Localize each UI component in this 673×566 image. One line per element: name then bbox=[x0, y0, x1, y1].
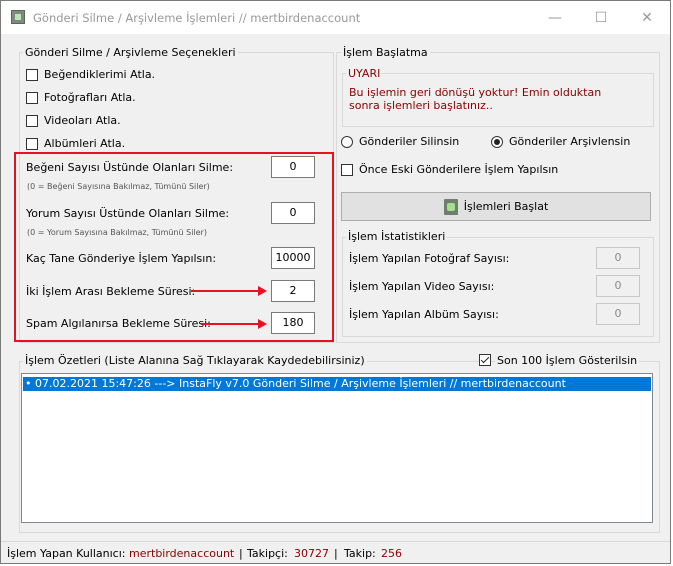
photo-count-label: İşlem Yapılan Fotoğraf Sayısı: bbox=[349, 252, 510, 265]
album-count-label: İşlem Yapılan Albüm Sayısı: bbox=[349, 308, 499, 321]
archive-posts-label: Gönderiler Arşivlensin bbox=[509, 135, 631, 148]
comments-threshold-label: Yorum Sayısı Üstünde Olanları Silme: bbox=[26, 207, 230, 220]
red-arrow-wait bbox=[191, 290, 259, 292]
maximize-button[interactable]: ☐ bbox=[578, 1, 624, 34]
delete-posts-radio[interactable] bbox=[341, 136, 353, 148]
video-count-label: İşlem Yapılan Video Sayısı: bbox=[349, 280, 495, 293]
status-following-label: Takip: bbox=[344, 547, 376, 560]
recycle-icon bbox=[443, 198, 458, 215]
status-bar: İşlem Yapan Kullanıcı: mertbirdenaccount… bbox=[1, 541, 670, 564]
last100-checkbox[interactable] bbox=[479, 354, 491, 366]
red-arrow-head-icon bbox=[258, 319, 267, 329]
summary-group-title: İşlem Özetleri (Liste Alanına Sağ Tıklay… bbox=[23, 354, 367, 367]
wait-time-input[interactable]: 2 bbox=[271, 280, 315, 302]
video-count-value: 0 bbox=[596, 275, 640, 297]
app-window: Gönderi Silme / Arşivleme İşlemleri // m… bbox=[0, 0, 671, 564]
options-group-title: Gönderi Silme / Arşivleme Seçenekleri bbox=[23, 46, 238, 59]
warning-line-1: Bu işlemin geri dönüşü yoktur! Emin oldu… bbox=[349, 86, 602, 99]
album-count-value: 0 bbox=[596, 303, 640, 325]
skip-liked-checkbox[interactable] bbox=[26, 69, 38, 81]
start-group-title: İşlem Başlatma bbox=[341, 46, 430, 59]
window-title: Gönderi Silme / Arşivleme İşlemleri // m… bbox=[33, 11, 361, 25]
red-arrow-head-icon bbox=[258, 286, 267, 296]
likes-threshold-label: Beğeni Sayısı Üstünde Olanları Silme: bbox=[26, 161, 234, 174]
post-count-input[interactable]: 10000 bbox=[271, 247, 315, 269]
list-item[interactable]: • 07.02.2021 15:47:26 ---> InstaFly v7.0… bbox=[23, 377, 651, 391]
comments-threshold-input[interactable]: 0 bbox=[271, 202, 315, 224]
skip-photos-checkbox[interactable] bbox=[26, 92, 38, 104]
status-user-value: mertbirdenaccount bbox=[129, 547, 235, 560]
minimize-button[interactable]: — bbox=[532, 1, 578, 34]
status-separator: | bbox=[239, 547, 243, 560]
warning-line-2: sonra işlemleri başlatınız.. bbox=[349, 99, 493, 112]
archive-posts-radio[interactable] bbox=[491, 136, 503, 148]
skip-albums-label: Albümleri Atla. bbox=[44, 137, 126, 150]
likes-threshold-hint: (0 = Beğeni Sayısına Bakılmaz, Tümünü Si… bbox=[27, 182, 210, 191]
status-following-value: 256 bbox=[381, 547, 402, 560]
skip-videos-checkbox[interactable] bbox=[26, 115, 38, 127]
skip-albums-checkbox[interactable] bbox=[26, 138, 38, 150]
stats-group-title: İşlem İstatistikleri bbox=[346, 230, 448, 243]
old-first-checkbox[interactable] bbox=[341, 164, 353, 176]
photo-count-value: 0 bbox=[596, 247, 640, 269]
spam-wait-label: Spam Algılanırsa Bekleme Süresi: bbox=[26, 317, 211, 330]
status-followers-value: 30727 bbox=[294, 547, 329, 560]
start-button[interactable]: İşlemleri Başlat bbox=[341, 192, 651, 221]
warning-title: UYARI bbox=[346, 67, 383, 80]
post-count-label: Kaç Tane Gönderiye İşlem Yapılsın: bbox=[26, 252, 217, 265]
skip-photos-label: Fotoğrafları Atla. bbox=[44, 91, 136, 104]
wait-time-label: İki İşlem Arası Bekleme Süresi: bbox=[26, 285, 196, 298]
status-user-label: İşlem Yapan Kullanıcı: bbox=[7, 547, 126, 560]
likes-threshold-input[interactable]: 0 bbox=[271, 156, 315, 178]
close-button[interactable]: ✕ bbox=[624, 1, 670, 34]
old-first-label: Önce Eski Gönderilere İşlem Yapılsın bbox=[359, 163, 559, 176]
comments-threshold-hint: (0 = Yorum Sayısına Bakılmaz, Tümünü Sil… bbox=[27, 228, 207, 237]
skip-videos-label: Videoları Atla. bbox=[44, 114, 121, 127]
list-item-text: 07.02.2021 15:47:26 ---> InstaFly v7.0 G… bbox=[35, 377, 566, 390]
status-followers-label: Takipçi: bbox=[247, 547, 288, 560]
summary-listbox[interactable]: • 07.02.2021 15:47:26 ---> InstaFly v7.0… bbox=[21, 373, 653, 523]
start-button-label: İşlemleri Başlat bbox=[463, 200, 549, 213]
status-separator: | bbox=[334, 547, 338, 560]
spam-wait-input[interactable]: 180 bbox=[271, 312, 315, 334]
last100-label: Son 100 İşlem Gösterilsin bbox=[495, 354, 640, 367]
app-icon bbox=[11, 10, 25, 24]
delete-posts-label: Gönderiler Silinsin bbox=[359, 135, 460, 148]
skip-liked-label: Beğendiklerimi Atla. bbox=[44, 68, 156, 81]
red-arrow-spam bbox=[201, 323, 259, 325]
title-bar: Gönderi Silme / Arşivleme İşlemleri // m… bbox=[1, 1, 670, 34]
